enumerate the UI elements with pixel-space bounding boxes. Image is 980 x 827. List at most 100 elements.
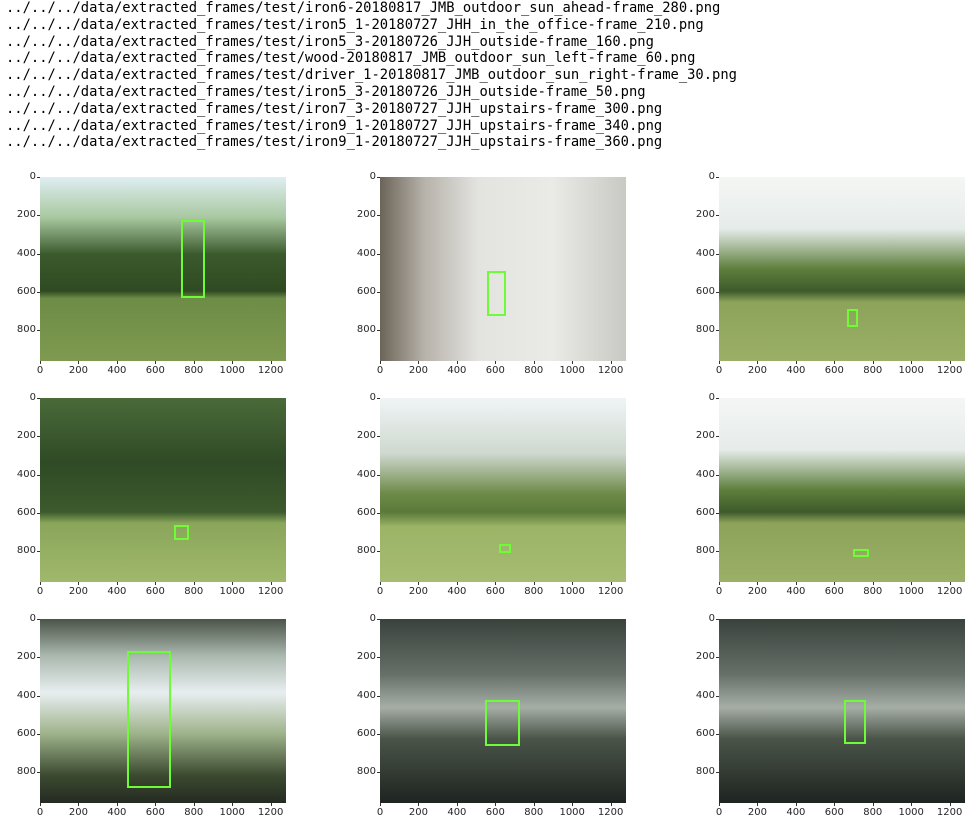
y-tick-mark bbox=[377, 292, 380, 293]
x-tick-label: 1200 bbox=[936, 807, 963, 818]
x-tick-mark bbox=[719, 361, 720, 364]
x-tick-mark bbox=[610, 582, 612, 585]
y-tick-label: 800 bbox=[356, 766, 376, 778]
y-tick-mark bbox=[37, 551, 40, 553]
x-tick-mark bbox=[270, 361, 272, 364]
x-tick-mark bbox=[572, 361, 574, 364]
x-tick-mark bbox=[78, 582, 80, 585]
y-tick-label: 200 bbox=[695, 209, 715, 221]
x-tick-mark bbox=[719, 803, 720, 806]
y-tick-label: 200 bbox=[356, 209, 376, 221]
y-tick-label: 800 bbox=[16, 324, 36, 336]
y-tick-label: 400 bbox=[16, 468, 36, 480]
frame-panel bbox=[380, 398, 626, 582]
x-tick-mark bbox=[610, 361, 612, 364]
x-tick-mark bbox=[116, 361, 118, 364]
y-tick-mark bbox=[377, 330, 380, 332]
x-tick-label: 200 bbox=[747, 807, 767, 818]
bounding-box bbox=[181, 220, 206, 298]
y-tick-mark bbox=[37, 513, 40, 514]
x-tick-mark bbox=[40, 361, 41, 364]
x-tick-mark bbox=[911, 582, 913, 585]
y-tick-mark bbox=[377, 436, 380, 438]
output-file-path: ../../../data/extracted_frames/test/iron… bbox=[6, 83, 646, 100]
x-tick-label: 1200 bbox=[936, 365, 963, 376]
y-tick-mark bbox=[377, 474, 380, 476]
x-tick-mark bbox=[834, 361, 836, 364]
x-tick-label: 600 bbox=[485, 586, 505, 597]
x-tick-label: 800 bbox=[863, 586, 883, 597]
x-tick-label: 0 bbox=[715, 807, 723, 818]
x-tick-mark bbox=[795, 361, 797, 364]
y-tick-mark bbox=[716, 619, 719, 620]
x-tick-label: 1200 bbox=[597, 586, 624, 597]
x-tick-mark bbox=[795, 803, 797, 806]
x-tick-mark bbox=[533, 361, 535, 364]
x-tick-label: 800 bbox=[863, 807, 883, 818]
y-tick-mark bbox=[716, 695, 719, 697]
x-tick-label: 200 bbox=[747, 365, 767, 376]
x-tick-label: 200 bbox=[408, 365, 428, 376]
frame-image bbox=[719, 177, 965, 361]
x-tick-mark bbox=[456, 582, 458, 585]
frame-image bbox=[719, 619, 965, 803]
x-tick-label: 800 bbox=[524, 365, 544, 376]
y-tick-mark bbox=[716, 657, 719, 659]
x-tick-mark bbox=[872, 582, 874, 585]
x-tick-label: 1000 bbox=[219, 365, 245, 376]
x-tick-mark bbox=[757, 361, 759, 364]
x-tick-mark bbox=[155, 803, 157, 806]
x-tick-label: 400 bbox=[786, 586, 806, 597]
output-file-path: ../../../data/extracted_frames/test/driv… bbox=[6, 67, 737, 84]
x-tick-label: 1200 bbox=[597, 807, 624, 818]
x-tick-mark bbox=[533, 582, 535, 585]
y-tick-label: 600 bbox=[16, 286, 36, 297]
x-tick-label: 1200 bbox=[597, 365, 624, 376]
x-tick-label: 800 bbox=[184, 807, 204, 818]
bounding-box bbox=[173, 525, 189, 540]
output-file-path: ../../../data/extracted_frames/test/iron… bbox=[6, 117, 663, 134]
y-tick-mark bbox=[377, 619, 380, 620]
x-tick-label: 1000 bbox=[219, 807, 245, 818]
output-file-path: ../../../data/extracted_frames/test/wood… bbox=[6, 50, 696, 67]
y-tick-mark bbox=[716, 734, 719, 735]
y-tick-mark bbox=[716, 474, 719, 476]
x-tick-mark bbox=[116, 803, 118, 806]
x-tick-label: 800 bbox=[184, 586, 204, 597]
y-tick-label: 200 bbox=[16, 209, 36, 221]
x-tick-label: 800 bbox=[863, 365, 883, 376]
y-tick-mark bbox=[716, 772, 719, 774]
x-tick-mark bbox=[40, 803, 41, 806]
y-tick-label: 400 bbox=[356, 247, 376, 259]
x-tick-mark bbox=[232, 361, 234, 364]
bounding-box bbox=[852, 549, 869, 558]
x-tick-label: 1200 bbox=[257, 586, 284, 597]
y-tick-mark bbox=[377, 177, 380, 178]
y-tick-mark bbox=[37, 772, 40, 774]
x-tick-label: 1000 bbox=[219, 586, 245, 597]
frame-panel bbox=[719, 619, 965, 803]
x-tick-label: 0 bbox=[36, 807, 44, 818]
output-file-path: ../../../data/extracted_frames/test/iron… bbox=[6, 16, 704, 33]
x-tick-label: 200 bbox=[68, 365, 88, 376]
y-tick-mark bbox=[716, 513, 719, 514]
x-tick-mark bbox=[834, 803, 836, 806]
x-tick-label: 200 bbox=[408, 807, 428, 818]
x-tick-label: 1200 bbox=[936, 586, 963, 597]
y-tick-mark bbox=[37, 253, 40, 255]
y-tick-mark bbox=[377, 695, 380, 697]
x-tick-mark bbox=[533, 803, 535, 806]
x-tick-label: 400 bbox=[786, 365, 806, 376]
x-tick-mark bbox=[911, 361, 913, 364]
y-tick-label: 800 bbox=[695, 324, 715, 336]
y-tick-mark bbox=[716, 436, 719, 438]
y-tick-mark bbox=[377, 215, 380, 217]
x-tick-label: 200 bbox=[68, 807, 88, 818]
y-tick-label: 600 bbox=[16, 507, 36, 518]
y-tick-label: 400 bbox=[16, 689, 36, 701]
x-tick-label: 800 bbox=[524, 807, 544, 818]
x-tick-mark bbox=[40, 582, 41, 585]
y-tick-label: 0 bbox=[29, 613, 36, 624]
y-tick-mark bbox=[377, 551, 380, 553]
x-tick-mark bbox=[155, 361, 157, 364]
